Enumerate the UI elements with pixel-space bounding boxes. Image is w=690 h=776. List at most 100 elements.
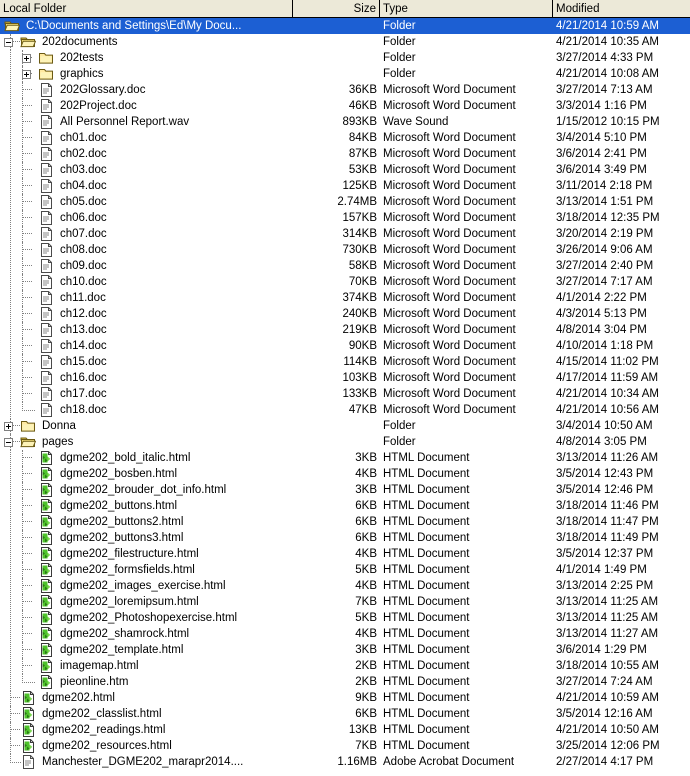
column-header-modified[interactable]: Modified (553, 0, 690, 17)
table-row[interactable]: dgme202_readings.html 13KB HTML Document 4/… (0, 722, 690, 738)
file-name-label: ch12.doc (60, 308, 107, 320)
file-size-cell (293, 34, 380, 50)
table-row[interactable]: dgme202_brouder_dot_info.html 3KB HTML Doc… (0, 482, 690, 498)
file-name-label: dgme202_filestructure.html (60, 548, 199, 560)
table-row[interactable]: dgme202_Photoshopexercise.html 5KB HTML Do… (0, 610, 690, 626)
tree-indent (0, 738, 21, 754)
table-row[interactable]: dgme202_loremipsum.html 7KB HTML Document 3… (0, 594, 690, 610)
file-name-cell: dgme202_resources.html (0, 738, 293, 754)
tree-guide-line (10, 578, 11, 594)
table-row[interactable]: ch04.doc 125KB Microsoft Word Document 3/11… (0, 178, 690, 194)
tree-indent (18, 274, 36, 290)
table-row[interactable]: ch05.doc 2.74MB Microsoft Word Document 3/1… (0, 194, 690, 210)
table-row[interactable]: dgme202.html 9KB HTML Document 4/21/2014 10… (0, 690, 690, 706)
document-icon (38, 386, 54, 402)
expand-plus-icon[interactable] (4, 422, 13, 431)
file-name-cell: dgme202_shamrock.html (0, 626, 293, 642)
collapse-minus-icon[interactable] (4, 438, 13, 447)
table-row[interactable]: dgme202_template.html 3KB HTML Document 3/6… (0, 642, 690, 658)
table-row[interactable]: ch08.doc 730KB Microsoft Word Document 3/26… (0, 242, 690, 258)
table-row[interactable]: ch11.doc 374KB Microsoft Word Document 4/1/… (0, 290, 690, 306)
table-row[interactable]: dgme202_buttons3.html 6KB HTML Document 3/1… (0, 530, 690, 546)
file-size-cell: 13KB (348, 724, 377, 736)
table-row[interactable]: ch12.doc 240KB Microsoft Word Document 4/3/… (0, 306, 690, 322)
file-name-label: ch10.doc (60, 276, 107, 288)
column-header-local-folder[interactable]: Local Folder (0, 0, 293, 17)
table-row[interactable]: dgme202_buttons.html 6KB HTML Document 3/18… (0, 498, 690, 514)
table-row[interactable]: dgme202_filestructure.html 4KB HTML Docume… (0, 546, 690, 562)
table-row[interactable]: dgme202_bosben.html 4KB HTML Document 3/5/2… (0, 466, 690, 482)
tree-indent (0, 594, 18, 610)
table-row[interactable]: ch16.doc 103KB Microsoft Word Document 4/17… (0, 370, 690, 386)
table-row[interactable]: All Personnel Report.wav 893KB Wave Sound 1… (0, 114, 690, 130)
file-name-label: dgme202_shamrock.html (60, 628, 190, 640)
tree-node: dgme202_formsfields.html (0, 562, 195, 578)
file-modified-cell: 3/27/2014 7:24 AM (556, 676, 653, 688)
column-header-size-label: Size (353, 2, 376, 15)
table-row[interactable]: ch07.doc 314KB Microsoft Word Document 3/20… (0, 226, 690, 242)
table-row[interactable]: dgme202_bold_italic.html 3KB HTML Document… (0, 450, 690, 466)
column-header-type[interactable]: Type (380, 0, 553, 17)
table-row[interactable]: ch18.doc 47KB Microsoft Word Document 4/21/… (0, 402, 690, 418)
file-name-label: imagemap.html (60, 660, 139, 672)
tree-guide-line (22, 578, 35, 594)
tree-indent (18, 610, 36, 626)
table-row[interactable]: ch17.doc 133KB Microsoft Word Document 4/21… (0, 386, 690, 402)
table-row[interactable]: 202Glossary.doc 36KB Microsoft Word Docume… (0, 82, 690, 98)
table-row[interactable]: graphics Folder 4/21/2014 10:08 AM (0, 66, 690, 82)
file-name-cell: All Personnel Report.wav (0, 114, 293, 130)
table-row[interactable]: C:\Documents and Settings\Ed\My Docu... F… (0, 18, 690, 34)
column-header-type-label: Type (383, 2, 408, 15)
tree-indent (0, 466, 18, 482)
document-icon (38, 226, 54, 242)
table-row[interactable]: dgme202_buttons2.html 6KB HTML Document 3/1… (0, 514, 690, 530)
table-row[interactable]: ch14.doc 90KB Microsoft Word Document 4/10/… (0, 338, 690, 354)
collapse-minus-icon[interactable] (4, 38, 13, 47)
table-row[interactable]: ch13.doc 219KB Microsoft Word Document 4/8/… (0, 322, 690, 338)
tree-indent (0, 402, 18, 418)
table-row[interactable]: ch10.doc 70KB Microsoft Word Document 3/27/… (0, 274, 690, 290)
expand-plus-icon[interactable] (22, 70, 31, 79)
file-name-cell: graphics (0, 66, 293, 82)
file-modified-cell: 3/27/2014 2:40 PM (556, 260, 654, 272)
table-row[interactable]: dgme202_resources.html 7KB HTML Document 3/… (0, 738, 690, 754)
table-row[interactable]: dgme202_classlist.html 6KB HTML Document 3/… (0, 706, 690, 722)
expand-plus-icon[interactable] (22, 54, 31, 63)
table-row[interactable]: ch01.doc 84KB Microsoft Word Document 3/4/2… (0, 130, 690, 146)
tree-guide-line (22, 642, 35, 658)
table-row[interactable]: pages Folder 4/8/2014 3:05 PM (0, 434, 690, 450)
file-name-cell: ch04.doc (0, 178, 293, 194)
tree-indent (0, 354, 18, 370)
table-row[interactable]: dgme202_images_exercise.html 4KB HTML Docu… (0, 578, 690, 594)
tree-node: imagemap.html (0, 658, 139, 674)
file-name-cell: ch12.doc (0, 306, 293, 322)
html-icon (38, 578, 54, 594)
tree-indent (18, 162, 36, 178)
table-row[interactable]: dgme202_shamrock.html 4KB HTML Document 3/1… (0, 626, 690, 642)
table-row[interactable]: 202documents Folder 4/21/2014 10:35 AM (0, 34, 690, 50)
table-row[interactable]: ch15.doc 114KB Microsoft Word Document 4/15… (0, 354, 690, 370)
table-row[interactable]: imagemap.html 2KB HTML Document 3/18/2014 1… (0, 658, 690, 674)
file-name-cell: dgme202_bold_italic.html (0, 450, 293, 466)
table-row[interactable]: ch02.doc 87KB Microsoft Word Document 3/6/2… (0, 146, 690, 162)
table-row[interactable]: ch06.doc 157KB Microsoft Word Document 3/18… (0, 210, 690, 226)
tree-node: 202tests (0, 50, 103, 66)
tree-indent (0, 162, 18, 178)
tree-guide-line (10, 594, 11, 610)
tree-indent (18, 146, 36, 162)
table-row[interactable]: 202tests Folder 3/27/2014 4:33 PM (0, 50, 690, 66)
table-row[interactable]: ch09.doc 58KB Microsoft Word Document 3/27/… (0, 258, 690, 274)
file-modified-cell: 3/13/2014 11:27 AM (556, 628, 659, 640)
file-type-cell: Folder (383, 20, 416, 32)
table-row[interactable]: 202Project.doc 46KB Microsoft Word Documen… (0, 98, 690, 114)
table-row[interactable]: ch03.doc 53KB Microsoft Word Document 3/6/2… (0, 162, 690, 178)
table-row[interactable]: dgme202_formsfields.html 5KB HTML Document… (0, 562, 690, 578)
file-name-cell: dgme202_Photoshopexercise.html (0, 610, 293, 626)
file-modified-cell: 3/18/2014 12:35 PM (556, 212, 660, 224)
file-size-cell: 4KB (355, 580, 377, 592)
table-row[interactable]: Manchester_DGME202_marapr2014.... 1.16MB A… (0, 754, 690, 770)
column-header-size[interactable]: Size (293, 0, 380, 17)
table-row[interactable]: Donna Folder 3/4/2014 10:50 AM (0, 418, 690, 434)
table-row[interactable]: pieonline.htm 2KB HTML Document 3/27/2014 7… (0, 674, 690, 690)
tree-indent (18, 370, 36, 386)
